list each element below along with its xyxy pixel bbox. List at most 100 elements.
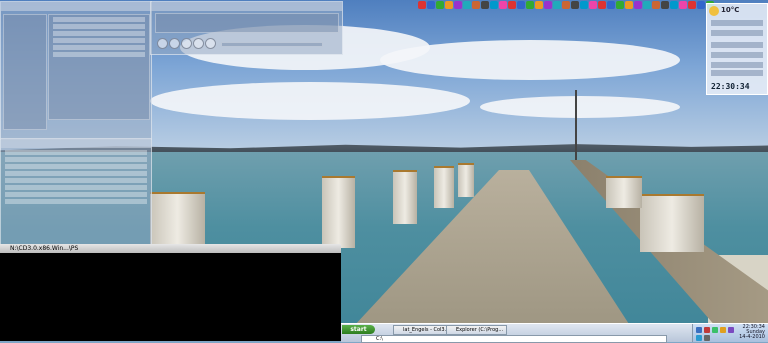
start-button[interactable]: start bbox=[342, 325, 375, 334]
playlist-titlebar[interactable] bbox=[1, 2, 151, 11]
sun-icon bbox=[709, 6, 719, 16]
system-meter bbox=[711, 42, 763, 48]
tray-icon[interactable] bbox=[704, 335, 710, 341]
list-item[interactable] bbox=[53, 45, 145, 50]
previous-button[interactable] bbox=[157, 38, 168, 49]
explorer-titlebar[interactable] bbox=[1, 139, 151, 148]
taskbar-button-browser[interactable]: lat_Engels - Col3... bbox=[393, 325, 454, 335]
app-icon-4[interactable] bbox=[445, 1, 453, 9]
pier-post bbox=[606, 176, 642, 208]
list-item[interactable] bbox=[5, 192, 147, 197]
console-window[interactable]: N:\CD3.0.x86.Win...\PS bbox=[0, 244, 341, 341]
address-value: C:\ bbox=[376, 336, 383, 342]
app-icon-12[interactable] bbox=[517, 1, 525, 9]
app-icon-5[interactable] bbox=[454, 1, 462, 9]
weather-widget[interactable]: 10°C 22:30:34 bbox=[706, 3, 768, 95]
app-icon-22[interactable] bbox=[607, 1, 615, 9]
player-display bbox=[155, 13, 339, 33]
next-button[interactable] bbox=[205, 38, 216, 49]
pier-post bbox=[640, 194, 704, 252]
pier-post bbox=[393, 170, 417, 224]
explorer-window[interactable] bbox=[0, 138, 152, 246]
app-icon-26[interactable] bbox=[643, 1, 651, 9]
app-icon-27[interactable] bbox=[652, 1, 660, 9]
media-player-window[interactable] bbox=[150, 1, 343, 55]
app-icon-17[interactable] bbox=[562, 1, 570, 9]
stop-button[interactable] bbox=[193, 38, 204, 49]
cloud bbox=[480, 96, 680, 118]
list-item[interactable] bbox=[53, 17, 145, 22]
taskbar-button-explorer[interactable]: Explorer (C:\Prog... bbox=[446, 325, 507, 335]
app-icon-3[interactable] bbox=[436, 1, 444, 9]
pier-post bbox=[150, 192, 205, 246]
app-icon-1[interactable] bbox=[418, 1, 426, 9]
tray-icon[interactable] bbox=[704, 327, 710, 333]
pier-post bbox=[434, 166, 454, 208]
app-icon-6[interactable] bbox=[463, 1, 471, 9]
clock-date: 14-4-2010 bbox=[739, 334, 765, 340]
app-icon-10[interactable] bbox=[499, 1, 507, 9]
playlist-track-list[interactable] bbox=[48, 14, 150, 120]
tray-icon[interactable] bbox=[712, 327, 718, 333]
pier-post bbox=[322, 176, 355, 248]
player-titlebar[interactable] bbox=[151, 2, 342, 11]
lamp-post bbox=[575, 90, 577, 160]
app-icon-28[interactable] bbox=[661, 1, 669, 9]
list-item[interactable] bbox=[53, 31, 145, 36]
seek-slider[interactable] bbox=[221, 42, 323, 47]
list-item[interactable] bbox=[53, 24, 145, 29]
app-icon-25[interactable] bbox=[634, 1, 642, 9]
app-icon-18[interactable] bbox=[571, 1, 579, 9]
app-icon-8[interactable] bbox=[481, 1, 489, 9]
list-item[interactable] bbox=[5, 171, 147, 176]
widget-clock: 22:30:34 bbox=[711, 82, 750, 91]
system-meter bbox=[711, 52, 763, 58]
quick-launch-icon-bar bbox=[418, 1, 714, 10]
app-icon-30[interactable] bbox=[679, 1, 687, 9]
tray-icon[interactable] bbox=[720, 327, 726, 333]
app-icon-21[interactable] bbox=[598, 1, 606, 9]
pause-button[interactable] bbox=[181, 38, 192, 49]
list-item[interactable] bbox=[5, 199, 147, 204]
app-icon-32[interactable] bbox=[697, 1, 705, 9]
cloud bbox=[380, 40, 680, 80]
app-icon-19[interactable] bbox=[580, 1, 588, 9]
taskbar-button-label: lat_Engels - Col3... bbox=[403, 327, 450, 333]
app-icon-9[interactable] bbox=[490, 1, 498, 9]
app-icon-11[interactable] bbox=[508, 1, 516, 9]
app-icon-29[interactable] bbox=[670, 1, 678, 9]
app-icon-15[interactable] bbox=[544, 1, 552, 9]
pier-post bbox=[458, 163, 474, 197]
app-icon-16[interactable] bbox=[553, 1, 561, 9]
play-button[interactable] bbox=[169, 38, 180, 49]
cloud bbox=[150, 82, 470, 120]
app-icon-20[interactable] bbox=[589, 1, 597, 9]
taskbar-button-label: Explorer (C:\Prog... bbox=[456, 327, 504, 333]
app-icon-24[interactable] bbox=[625, 1, 633, 9]
temperature: 10°C bbox=[721, 6, 740, 14]
system-tray: 22:30:34 Sunday 14-4-2010 bbox=[692, 324, 768, 342]
playlist-left-pane[interactable] bbox=[3, 14, 47, 130]
app-icon-2[interactable] bbox=[427, 1, 435, 9]
tray-icon[interactable] bbox=[696, 335, 702, 341]
system-meter bbox=[711, 62, 763, 68]
taskbar-clock[interactable]: 22:30:34 Sunday 14-4-2010 bbox=[739, 325, 765, 340]
app-icon-23[interactable] bbox=[616, 1, 624, 9]
console-title[interactable]: N:\CD3.0.x86.Win...\PS bbox=[0, 244, 341, 253]
list-item[interactable] bbox=[5, 178, 147, 183]
tray-icon[interactable] bbox=[696, 327, 702, 333]
app-icon-7[interactable] bbox=[472, 1, 480, 9]
address-bar[interactable]: C:\ bbox=[361, 335, 667, 343]
list-item[interactable] bbox=[5, 185, 147, 190]
list-item[interactable] bbox=[5, 150, 147, 155]
app-icon-14[interactable] bbox=[535, 1, 543, 9]
list-item[interactable] bbox=[5, 157, 147, 162]
list-item[interactable] bbox=[53, 52, 145, 57]
forecast-row bbox=[711, 20, 763, 26]
app-icon-31[interactable] bbox=[688, 1, 696, 9]
playlist-window[interactable] bbox=[0, 1, 152, 140]
tray-icon[interactable] bbox=[728, 327, 734, 333]
app-icon-13[interactable] bbox=[526, 1, 534, 9]
list-item[interactable] bbox=[5, 164, 147, 169]
list-item[interactable] bbox=[53, 38, 145, 43]
